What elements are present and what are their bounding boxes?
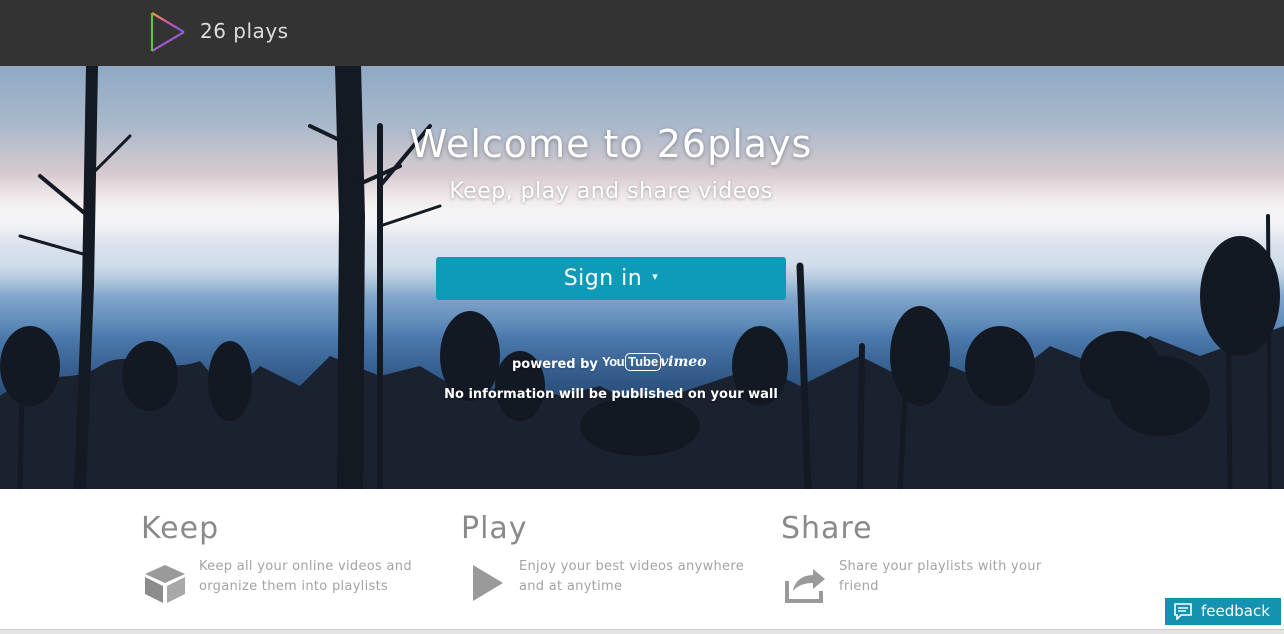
feature-title: Play bbox=[461, 511, 528, 546]
youtube-logo: You Tube bbox=[602, 353, 662, 375]
feature-description: Enjoy your best videos anywhere and at a… bbox=[519, 559, 744, 594]
youtube-logo-you: You bbox=[602, 354, 625, 369]
sign-in-button[interactable]: Sign in ▾ bbox=[436, 257, 786, 300]
features-section: Keep Keep all your online videos and org… bbox=[0, 489, 1284, 629]
feedback-button[interactable]: feedback bbox=[1165, 598, 1281, 625]
feature-description: Share your playlists with your friend bbox=[839, 559, 1042, 594]
play-icon bbox=[473, 565, 503, 601]
vimeo-logo: vimeo bbox=[660, 354, 707, 370]
hero-banner: Welcome to 26plays Keep, play and share … bbox=[0, 66, 1284, 489]
feature-share: Share Share your playlists with your fri… bbox=[781, 511, 1081, 603]
brand-name[interactable]: 26 plays bbox=[200, 19, 289, 43]
feature-keep: Keep Keep all your online videos and org… bbox=[141, 511, 441, 603]
powered-by-label: powered by bbox=[512, 357, 598, 372]
feature-play: Play Enjoy your best videos anywhere and… bbox=[461, 511, 761, 601]
feedback-label: feedback bbox=[1201, 602, 1270, 620]
box-icon bbox=[145, 565, 185, 603]
speech-bubble-icon bbox=[1174, 603, 1192, 620]
youtube-logo-tube: Tube bbox=[625, 353, 662, 371]
sign-in-label: Sign in bbox=[563, 266, 643, 291]
feature-description: Keep all your online videos and organize… bbox=[199, 559, 412, 594]
feature-title: Share bbox=[781, 511, 873, 546]
feature-title: Keep bbox=[141, 511, 220, 546]
hero-title: Welcome to 26plays bbox=[409, 122, 813, 166]
caret-down-icon: ▾ bbox=[652, 269, 659, 283]
share-icon bbox=[785, 569, 825, 603]
hero-subtitle: Keep, play and share videos bbox=[449, 179, 773, 204]
privacy-notice: No information will be published on your… bbox=[444, 387, 778, 402]
bottom-scrollbar[interactable] bbox=[0, 629, 1284, 634]
top-navbar: 26 plays bbox=[0, 0, 1284, 66]
play-triangle-logo-icon[interactable] bbox=[148, 11, 188, 53]
